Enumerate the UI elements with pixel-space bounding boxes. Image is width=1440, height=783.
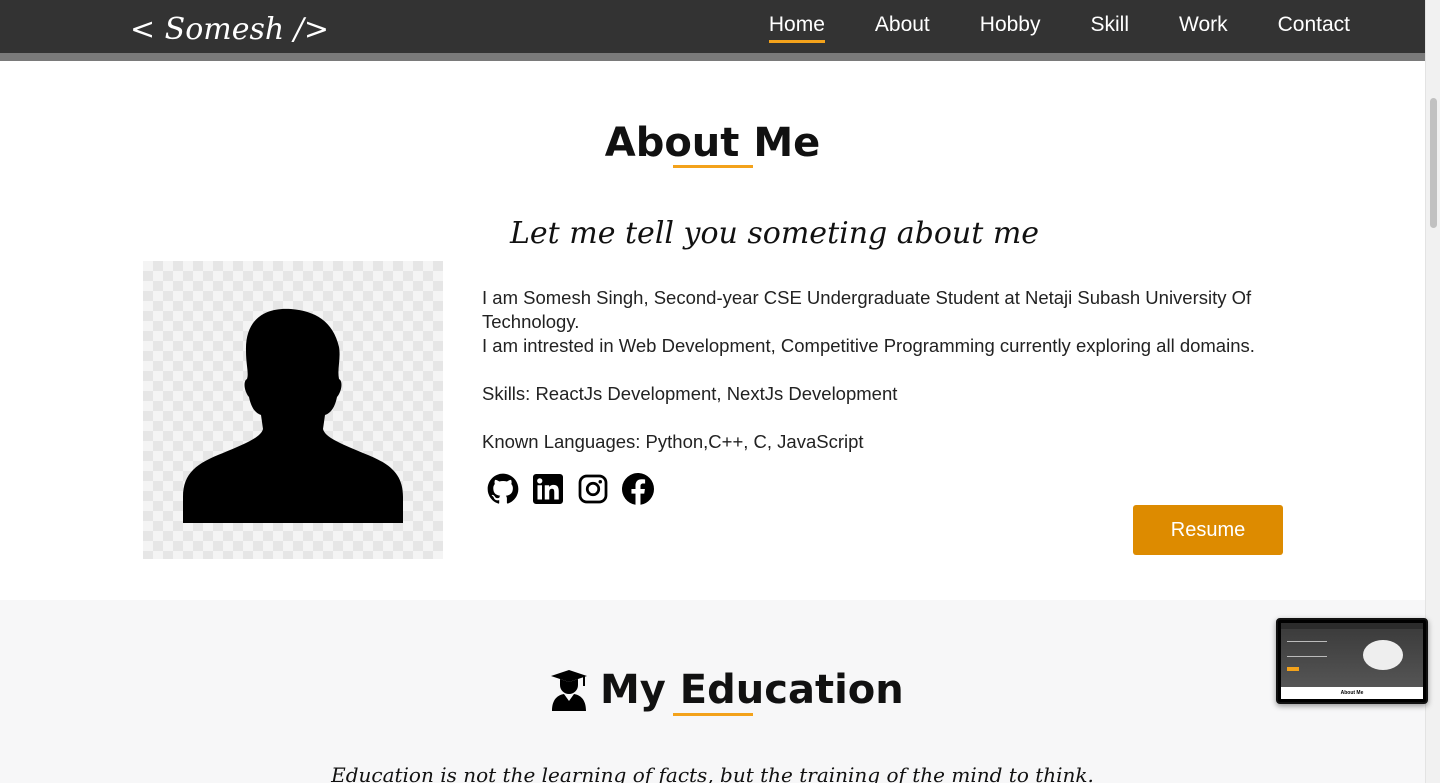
preview-text-lines [1287,641,1327,657]
nav-item-hobby[interactable]: Hobby [980,13,1041,41]
linkedin-icon[interactable] [531,472,564,505]
preview-button [1287,667,1299,671]
nav-item-skill[interactable]: Skill [1090,13,1129,41]
nav-item-about[interactable]: About [875,13,930,41]
education-title: My Education [600,667,904,713]
about-tagline: Let me tell you someting about me [510,216,1040,251]
education-section: My Education Education is not the learni… [0,600,1425,783]
about-bio: I am Somesh Singh, Second-year CSE Under… [482,286,1272,454]
about-section: About Me Let me tell you someting about … [0,61,1425,600]
page-preview-thumbnail[interactable]: About Me [1276,618,1428,704]
graduate-icon [551,670,587,711]
preview-section-title: About Me [1281,687,1423,699]
preview-screen: About Me [1281,623,1423,699]
person-silhouette-icon [183,308,403,523]
about-title-underline [673,165,753,168]
nav-item-contact[interactable]: Contact [1278,13,1350,41]
brand-logo[interactable]: < Somesh /> [130,10,329,50]
scrollbar-thumb[interactable] [1430,98,1437,228]
resume-button[interactable]: Resume [1133,505,1283,555]
education-title-underline [673,713,753,716]
about-title: About Me [604,120,821,166]
navbar-shadow [0,53,1425,61]
facebook-icon[interactable] [621,472,654,505]
bio-languages: Known Languages: Python,C++, C, JavaScri… [482,431,864,452]
nav-item-work[interactable]: Work [1179,13,1228,41]
bio-intro: I am Somesh Singh, Second-year CSE Under… [482,287,1252,332]
education-heading: My Education [550,666,904,714]
education-quote: Education is not the learning of facts, … [331,763,1094,783]
nav-menu: Home About Hobby Skill Work Contact [768,0,1350,53]
navbar: < Somesh /> Home About Hobby Skill Work … [0,0,1425,53]
bio-interests: I am intrested in Web Development, Compe… [482,335,1255,356]
preview-avatar [1363,640,1403,670]
social-links [486,472,654,505]
profile-avatar [143,261,443,559]
instagram-icon[interactable] [576,472,609,505]
nav-item-home[interactable]: Home [768,13,825,43]
github-icon[interactable] [486,472,519,505]
bio-skills: Skills: ReactJs Development, NextJs Deve… [482,383,898,404]
